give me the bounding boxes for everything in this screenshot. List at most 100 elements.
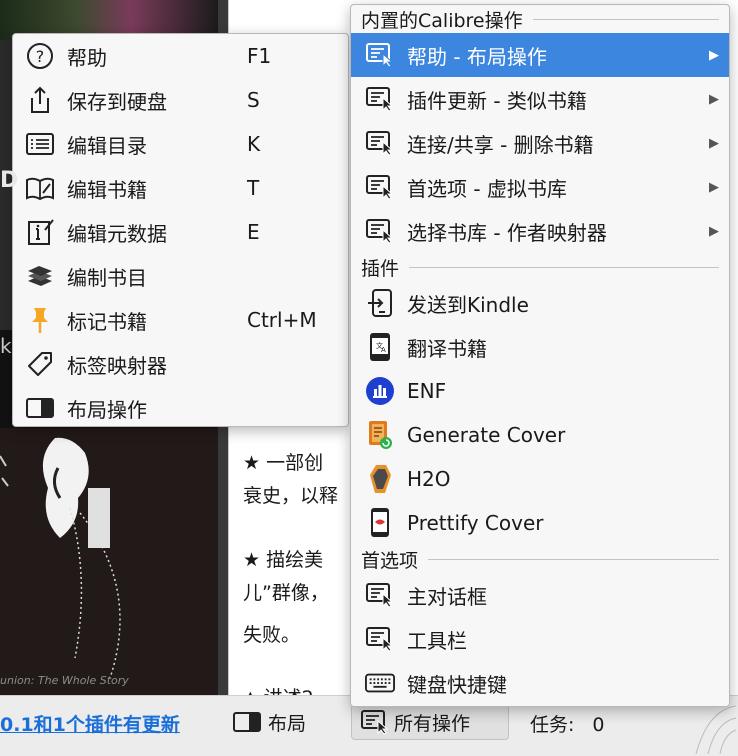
menu-item-connect-share-remove-books[interactable]: 连接/共享 - 删除书籍 ▶ [351, 121, 729, 165]
edit-metadata-icon [25, 217, 55, 247]
menu-item-shortcut: S [247, 88, 260, 112]
keyboard-icon [365, 668, 395, 698]
cover-caption: union: The Whole Story [0, 674, 129, 687]
menu-item-label: 标记书籍 [67, 309, 147, 334]
mark-book-icon [25, 305, 55, 335]
menu-item-edit-book[interactable]: 编辑书籍 T [13, 166, 348, 210]
prettify-cover-icon [365, 508, 395, 538]
menu-item-prettify-cover[interactable]: Prettify Cover [351, 501, 729, 545]
menu-item-label: 工具栏 [407, 628, 467, 653]
menu-item-label: 编制书目 [67, 265, 147, 290]
catalog-icon [25, 261, 55, 291]
action-menu-icon [365, 624, 395, 654]
chevron-right-icon: ▶ [709, 223, 719, 239]
layout-icon [233, 712, 261, 732]
translate-book-icon: 文A [365, 332, 395, 362]
menu-item-label: 帮助 [67, 45, 107, 70]
menu-item-enf[interactable]: ENF [351, 369, 729, 413]
menu-item-shortcut: E [247, 220, 260, 244]
menu-item-catalog[interactable]: 编制书目 [13, 254, 348, 298]
menu-item-label: 键盘快捷键 [407, 672, 507, 697]
menu-item-label: 帮助 - 布局操作 [407, 44, 547, 69]
action-menu-icon [365, 40, 395, 70]
menu-item-toolbar[interactable]: 工具栏 [351, 617, 729, 661]
menu-item-label: 编辑目录 [67, 133, 147, 158]
menu-item-label: 编辑元数据 [67, 221, 167, 246]
menu-item-label: 主对话框 [407, 584, 487, 609]
menu-item-label: 编辑书籍 [67, 177, 147, 202]
chevron-right-icon: ▶ [709, 47, 719, 63]
menu-item-label: 连接/共享 - 删除书籍 [407, 132, 594, 157]
action-menu-icon [365, 84, 395, 114]
layout-button-label: 布局 [268, 712, 307, 735]
all-actions-button[interactable]: 所有操作 [351, 704, 509, 740]
menu-item-layout-actions[interactable]: 布局操作 [13, 386, 348, 430]
menu-item-label: 发送到Kindle [407, 292, 529, 317]
jobs-count: 0 [592, 714, 605, 736]
help-icon: ? [25, 41, 55, 71]
section-title: 内置的Calibre操作 [361, 9, 523, 32]
action-menu-icon [365, 128, 395, 158]
menu-item-tag-mapper[interactable]: 标签映射器 [13, 342, 348, 386]
menu-item-shortcut: F1 [247, 44, 272, 68]
menu-item-help[interactable]: ? 帮助 F1 [13, 34, 348, 78]
section-title: 插件 [361, 257, 400, 280]
layout-icon [25, 393, 55, 423]
section-divider [532, 18, 719, 20]
section-plugins: 插件 [361, 255, 719, 280]
menu-item-plugin-updates-similar-books[interactable]: 插件更新 - 类似书籍 ▶ [351, 77, 729, 121]
all-actions-label: 所有操作 [394, 712, 471, 735]
menu-item-keyboard-shortcuts[interactable]: 键盘快捷键 [351, 661, 729, 705]
details-text-line: ★ 一部创 [243, 452, 324, 474]
cover-illustration [0, 437, 121, 679]
menu-item-label: 保存到硬盘 [67, 89, 167, 114]
action-menu-icon [365, 216, 395, 246]
menu-item-label: 标签映射器 [67, 353, 167, 378]
cover-letter-2: D [0, 168, 19, 193]
chevron-right-icon: ▶ [709, 91, 719, 107]
menu-item-main-dialog[interactable]: 主对话框 [351, 573, 729, 617]
enf-icon [365, 376, 395, 406]
update-notification-link[interactable]: 0.1和1个插件有更新 [0, 710, 180, 737]
layout-button[interactable]: 布局 [232, 704, 306, 740]
menu-item-save-to-disk[interactable]: 保存到硬盘 S [13, 78, 348, 122]
menu-item-mark-book[interactable]: 标记书籍 Ctrl+M [13, 298, 348, 342]
menu-item-translate-book[interactable]: 文A 翻译书籍 [351, 325, 729, 369]
svg-text:A: A [381, 346, 386, 354]
menu-item-edit-metadata[interactable]: 编辑元数据 E [13, 210, 348, 254]
jobs-indicator[interactable]: 任务: 0 [530, 710, 605, 737]
menu-item-preferences-virtual-library[interactable]: 首选项 - 虚拟书库 ▶ [351, 165, 729, 209]
details-text-line: ★ 描绘美 [243, 549, 324, 571]
action-menu-icon [361, 710, 389, 735]
menu-item-label: ENF [407, 379, 447, 403]
edit-book-icon [25, 173, 55, 203]
jobs-label: 任务: [530, 714, 575, 736]
details-text-line: 儿”群像， [243, 582, 329, 604]
menu-item-label: Prettify Cover [407, 511, 544, 535]
menu-item-shortcut: K [247, 132, 261, 156]
menu-item-shortcut: T [247, 176, 260, 200]
h2o-icon [365, 464, 395, 494]
menu-item-label: 首选项 - 虚拟书库 [407, 176, 567, 201]
chevron-right-icon: ▶ [709, 179, 719, 195]
menu-item-label: 选择书库 - 作者映射器 [407, 220, 607, 245]
menu-item-help-layout-actions[interactable]: 帮助 - 布局操作 ▶ [351, 33, 729, 77]
details-text-line: 衰史，以释 [243, 485, 339, 507]
menu-item-choose-library-author-mapper[interactable]: 选择书库 - 作者映射器 ▶ [351, 209, 729, 253]
action-menu-icon [365, 580, 395, 610]
section-builtin-actions: 内置的Calibre操作 [361, 7, 719, 32]
action-menu-icon [365, 172, 395, 202]
menu-item-label: H2O [407, 467, 451, 491]
menu-item-send-to-kindle[interactable]: 发送到Kindle [351, 281, 729, 325]
menu-item-generate-cover[interactable]: Generate Cover [351, 413, 729, 457]
menu-item-label: Generate Cover [407, 423, 566, 447]
book-cover-art: union: The Whole Story [0, 428, 218, 695]
send-to-kindle-icon [365, 288, 395, 318]
menu-item-h2o[interactable]: H2O [351, 457, 729, 501]
menu-item-edit-toc[interactable]: 编辑目录 K [13, 122, 348, 166]
save-to-disk-icon [25, 85, 55, 115]
generate-cover-icon [365, 420, 395, 450]
section-divider [409, 266, 719, 268]
cover-letter-1: k [0, 334, 12, 358]
menu-item-label: 布局操作 [67, 397, 147, 422]
